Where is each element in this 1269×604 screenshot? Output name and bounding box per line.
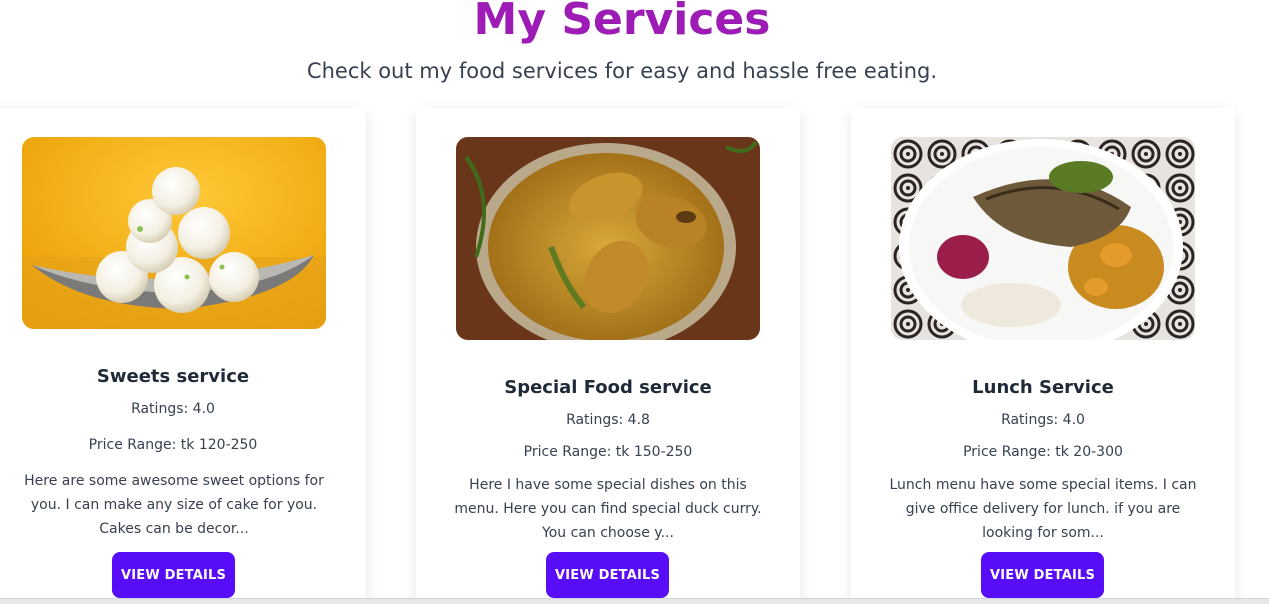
view-details-button[interactable]: VIEW DETAILS: [546, 552, 669, 598]
service-rating: Ratings: 4.0: [131, 401, 215, 417]
service-rating: Ratings: 4.0: [1001, 412, 1085, 428]
service-description: Here I have some special dishes on this …: [454, 477, 762, 541]
page-subtitle: Check out my food services for easy and …: [306, 59, 938, 83]
lunch-plate-image: [891, 137, 1195, 340]
view-details-button[interactable]: VIEW DETAILS: [981, 552, 1104, 598]
service-price: Price Range: tk 20-300: [963, 444, 1123, 460]
view-details-button[interactable]: VIEW DETAILS: [112, 552, 235, 598]
service-card-sweets: Sweets service Ratings: 4.0 Price Range:…: [0, 108, 366, 604]
service-price: Price Range: tk 150-250: [523, 444, 693, 460]
service-card-lunch: Lunch Service Ratings: 4.0 Price Range: …: [851, 108, 1235, 604]
service-rating: Ratings: 4.8: [566, 412, 650, 428]
service-title: Sweets service: [96, 366, 250, 387]
service-card-special-food: Special Food service Ratings: 4.8 Price …: [416, 108, 800, 604]
services-page: My Services Check out my food services f…: [0, 0, 1269, 604]
sweets-image: [22, 137, 326, 329]
service-description: Lunch menu have some special items. I ca…: [889, 477, 1197, 541]
service-title: Special Food service: [504, 377, 712, 398]
service-title: Lunch Service: [972, 377, 1114, 398]
service-price: Price Range: tk 120-250: [88, 437, 258, 453]
fish-curry-image: [456, 137, 760, 340]
service-description: Here are some awesome sweet options for …: [24, 473, 324, 537]
horizontal-scrollbar[interactable]: [0, 598, 1269, 604]
page-title: My Services: [473, 0, 771, 45]
